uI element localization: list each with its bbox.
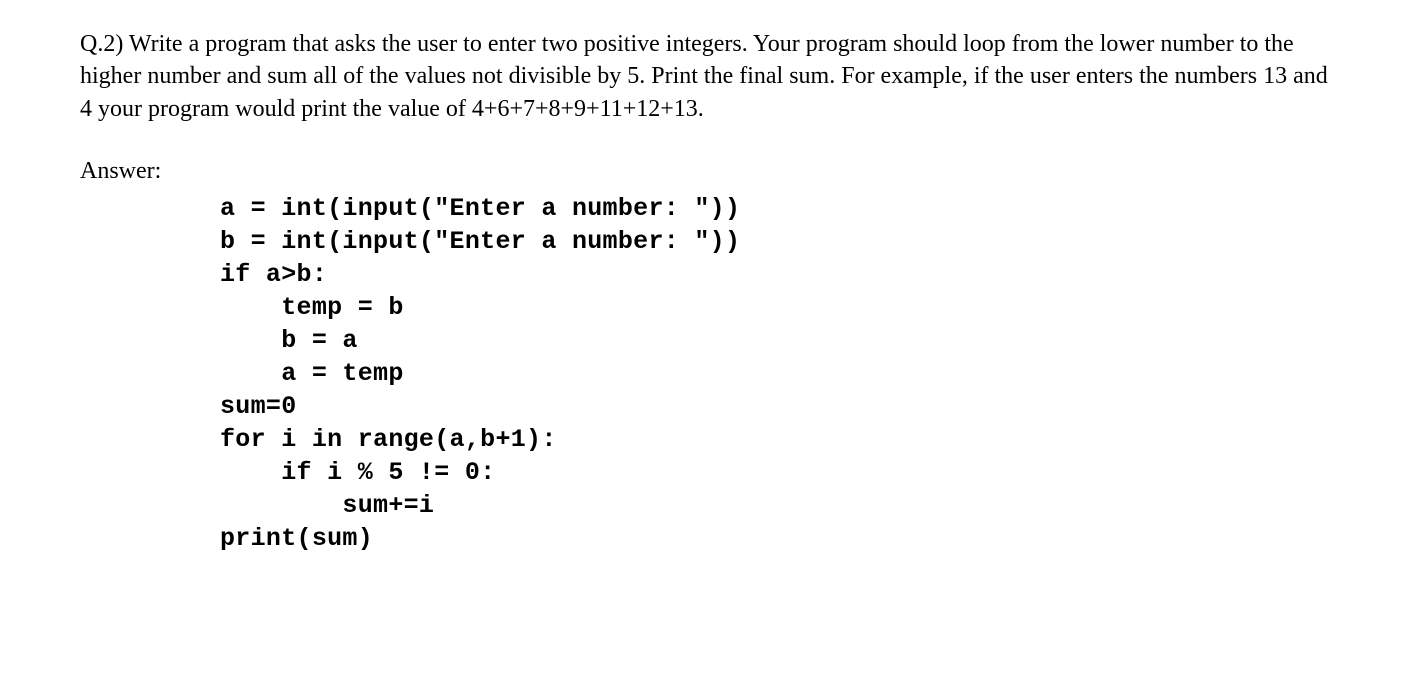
- code-block: a = int(input("Enter a number: ")) b = i…: [80, 192, 1338, 555]
- answer-label: Answer:: [80, 155, 1338, 187]
- question-text: Q.2) Write a program that asks the user …: [80, 28, 1338, 125]
